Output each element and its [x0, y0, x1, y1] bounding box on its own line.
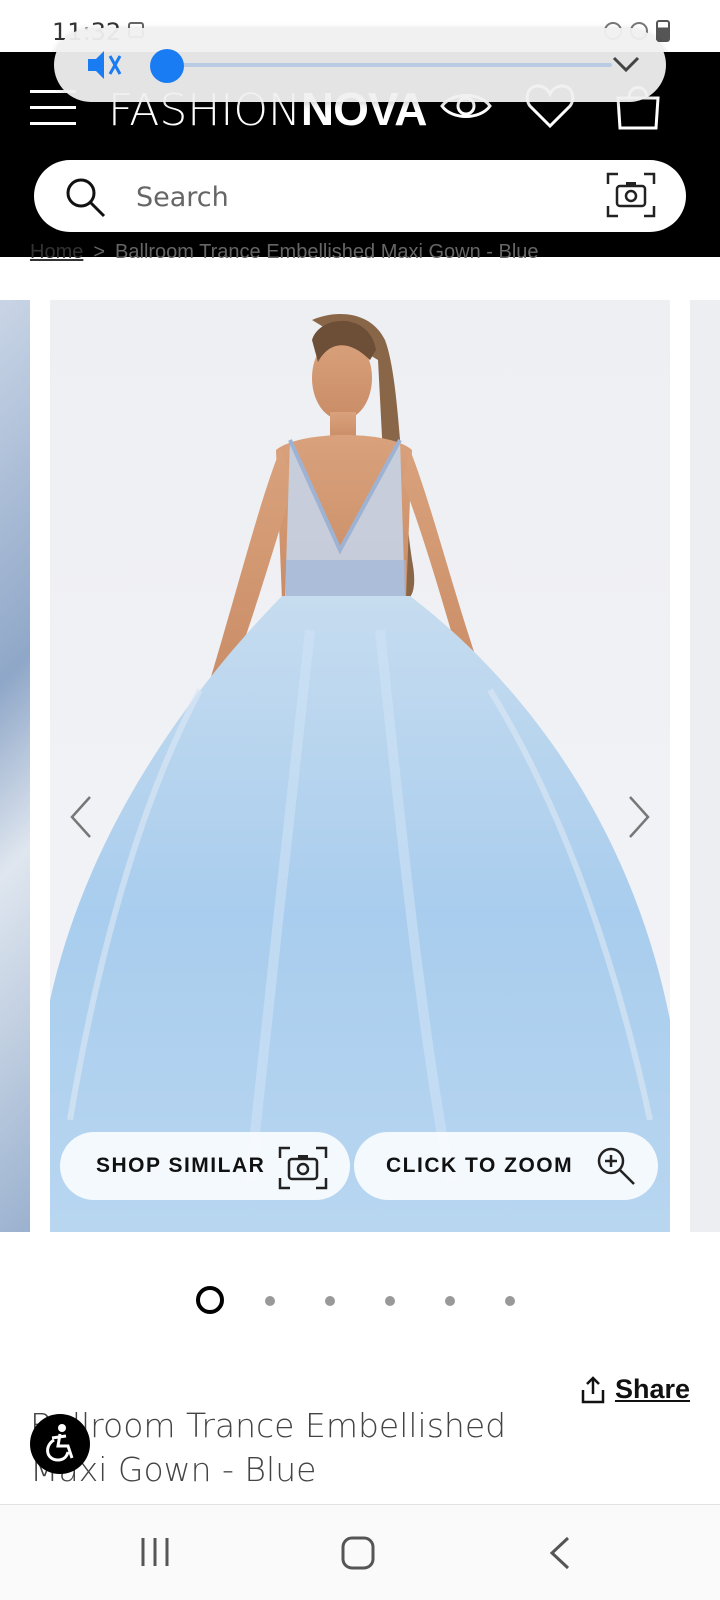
shop-similar-button[interactable]: SHOP SIMILAR — [60, 1132, 350, 1200]
pagination-dot[interactable] — [265, 1296, 275, 1306]
pagination-dot[interactable] — [445, 1296, 455, 1306]
previous-slide-peek[interactable] — [0, 300, 30, 1232]
recent-apps-icon[interactable] — [138, 1535, 172, 1569]
volume-track[interactable] — [152, 63, 612, 67]
gown-photo — [50, 314, 670, 1232]
volume-panel[interactable] — [54, 28, 666, 102]
breadcrumb: Home > Ballroom Trance Embellished Maxi … — [30, 242, 539, 264]
pagination-dot-active[interactable] — [196, 1286, 224, 1314]
chevron-down-icon[interactable] — [612, 52, 640, 76]
accessibility-button[interactable] — [30, 1414, 90, 1474]
share-button[interactable]: Share — [581, 1374, 690, 1405]
search-bar[interactable]: Search — [34, 160, 686, 232]
pagination-dot[interactable] — [385, 1296, 395, 1306]
home-icon[interactable] — [340, 1535, 376, 1571]
click-to-zoom-button[interactable]: CLICK TO ZOOM — [354, 1132, 658, 1200]
product-title: Ballroom Trance Embellished Maxi Gown - … — [30, 1406, 507, 1489]
search-icon[interactable] — [64, 176, 106, 218]
chevron-right-icon[interactable] — [626, 795, 652, 839]
zoom-in-icon — [597, 1147, 635, 1185]
camera-icon[interactable] — [606, 172, 656, 218]
camera-icon — [278, 1146, 328, 1190]
volume-slider-thumb[interactable] — [150, 49, 184, 83]
accessibility-icon — [46, 1424, 74, 1462]
share-label: Share — [614, 1374, 690, 1404]
carousel-pagination — [0, 1286, 720, 1316]
breadcrumb-separator: > — [93, 242, 106, 263]
search-input[interactable]: Search — [136, 182, 229, 213]
click-to-zoom-label: CLICK TO ZOOM — [386, 1154, 574, 1177]
chevron-left-icon[interactable] — [68, 795, 94, 839]
back-icon[interactable] — [548, 1535, 572, 1571]
battery-icon — [656, 20, 670, 42]
product-image[interactable]: SHOP SIMILAR CLICK TO ZOOM — [50, 300, 670, 1232]
mute-icon[interactable] — [86, 48, 124, 82]
pagination-dot[interactable] — [505, 1296, 515, 1306]
pagination-dot[interactable] — [325, 1296, 335, 1306]
system-navigation-bar — [0, 1504, 720, 1600]
breadcrumb-current: Ballroom Trance Embellished Maxi Gown - … — [115, 242, 539, 263]
share-icon — [581, 1375, 605, 1403]
next-slide-peek[interactable] — [690, 300, 720, 1232]
breadcrumb-home-link[interactable]: Home — [30, 242, 83, 264]
shop-similar-label: SHOP SIMILAR — [96, 1154, 266, 1177]
product-image-carousel[interactable]: SHOP SIMILAR CLICK TO ZOOM — [0, 300, 720, 1232]
